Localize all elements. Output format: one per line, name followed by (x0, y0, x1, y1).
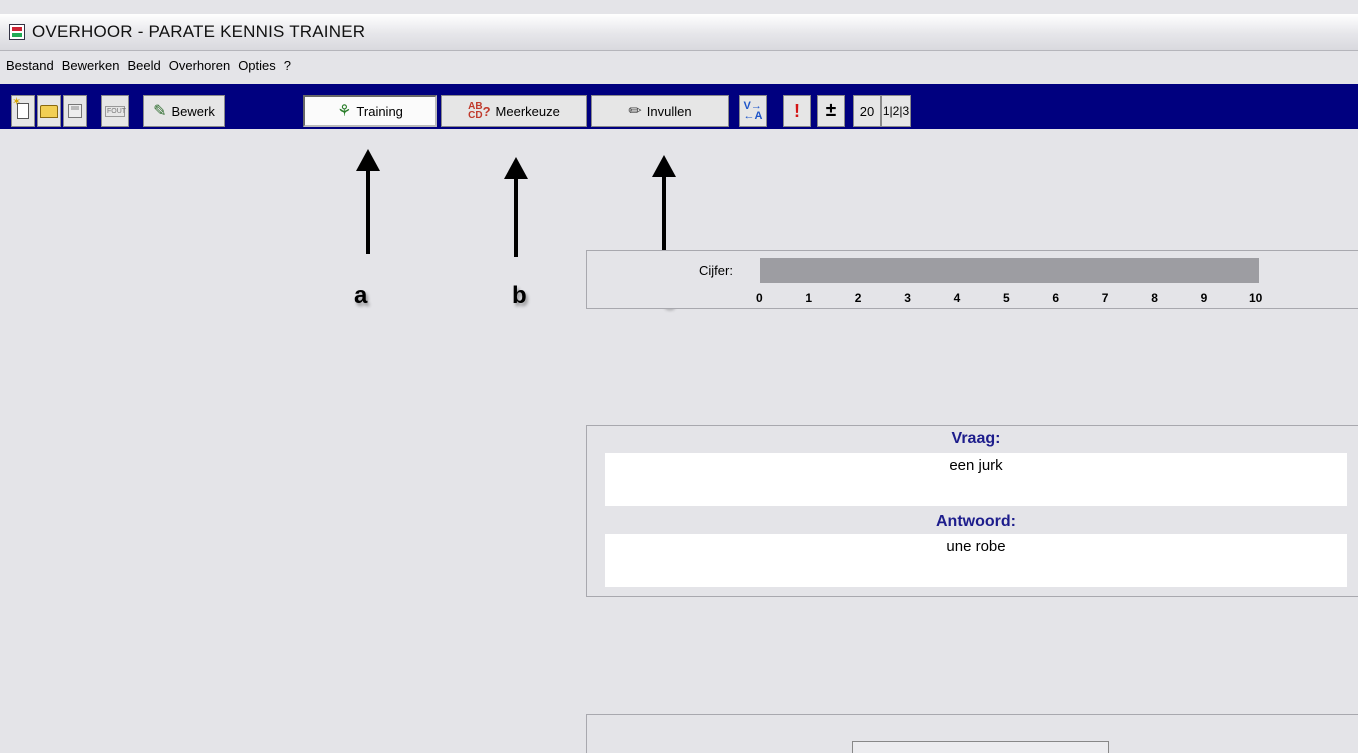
plus-minus-button[interactable]: ± (817, 95, 845, 127)
title-bar: OVERHOOR - PARATE KENNIS TRAINER (0, 14, 1358, 51)
question-text: een jurk (605, 453, 1347, 506)
swap-direction-button[interactable]: V→ ←A (739, 95, 767, 127)
grade-bar (760, 258, 1259, 283)
annotation-a: a (354, 282, 368, 309)
training-label: Training (356, 103, 403, 119)
grade-tick: 3 (904, 291, 911, 305)
grade-tick: 9 (1200, 291, 1208, 305)
new-button[interactable] (11, 95, 35, 127)
open-folder-icon (40, 104, 58, 118)
save-disk-icon (68, 104, 82, 118)
count-button[interactable]: 20 (853, 95, 881, 127)
grade-tick: 6 (1052, 291, 1060, 305)
grade-tick: 1 (805, 291, 813, 305)
menu-bewerken[interactable]: Bewerken (58, 56, 124, 75)
fill-in-button[interactable]: ✏ Invullen (591, 95, 729, 127)
question-heading: Vraag: (951, 430, 1001, 447)
question-mark-icon: ? (482, 103, 491, 119)
arrow-a (356, 149, 380, 254)
menu-overhoren[interactable]: Overhoren (165, 56, 234, 75)
training-button[interactable]: ⚘ Training (303, 95, 437, 127)
edit-icon: ✎ (153, 103, 167, 120)
edit-label: Bewerk (171, 103, 215, 119)
grade-tick: 7 (1101, 291, 1109, 305)
fill-in-label: Invullen (646, 103, 692, 119)
alert-button[interactable]: ! (783, 95, 811, 127)
swap-direction-icon: V→ ←A (743, 100, 763, 122)
new-file-icon (12, 95, 29, 119)
menu-beeld[interactable]: Beeld (124, 56, 165, 75)
training-icon: ⚘ (337, 103, 352, 120)
app-icon (9, 24, 25, 40)
multiple-choice-icon: AB CD (468, 101, 483, 121)
answer-text: une robe (605, 534, 1347, 587)
pencil-icon: ✏ (628, 103, 642, 120)
open-button[interactable] (37, 95, 61, 127)
arrow-b (504, 157, 528, 257)
menu-opties[interactable]: Opties (234, 56, 280, 75)
answer-heading: Antwoord: (936, 513, 1016, 530)
save-button[interactable] (63, 95, 87, 127)
grade-tick: 5 (1003, 291, 1010, 305)
edit-button[interactable]: ✎ Bewerk (143, 95, 225, 127)
alert-icon: ! (794, 100, 800, 121)
grade-tick: 8 (1151, 291, 1158, 305)
grade-tick: 0 (756, 291, 763, 305)
count-label: 20 (859, 103, 875, 119)
menu-bar: Bestand Bewerken Beeld Overhoren Opties … (0, 52, 1358, 79)
errors-icon: FOUT (105, 105, 127, 117)
multiple-choice-label: Meerkeuze (495, 103, 560, 119)
grade-tick: 4 (953, 291, 961, 305)
bottom-button[interactable] (852, 741, 1109, 753)
steps-button[interactable]: 1|2|3 (881, 95, 911, 127)
annotation-b: b (512, 282, 527, 309)
multiple-choice-button[interactable]: AB CD ? Meerkeuze (441, 95, 587, 127)
grade-label: Cijfer: (699, 263, 733, 278)
menu-bestand[interactable]: Bestand (2, 56, 58, 75)
menu-help[interactable]: ? (280, 56, 295, 75)
steps-label: 1|2|3 (882, 104, 910, 118)
errors-button[interactable]: FOUT (101, 95, 129, 127)
grade-tick: 2 (854, 291, 862, 305)
window-title: OVERHOOR - PARATE KENNIS TRAINER (32, 22, 366, 41)
grade-tick: 10 (1249, 291, 1263, 305)
plus-minus-icon: ± (825, 100, 837, 121)
